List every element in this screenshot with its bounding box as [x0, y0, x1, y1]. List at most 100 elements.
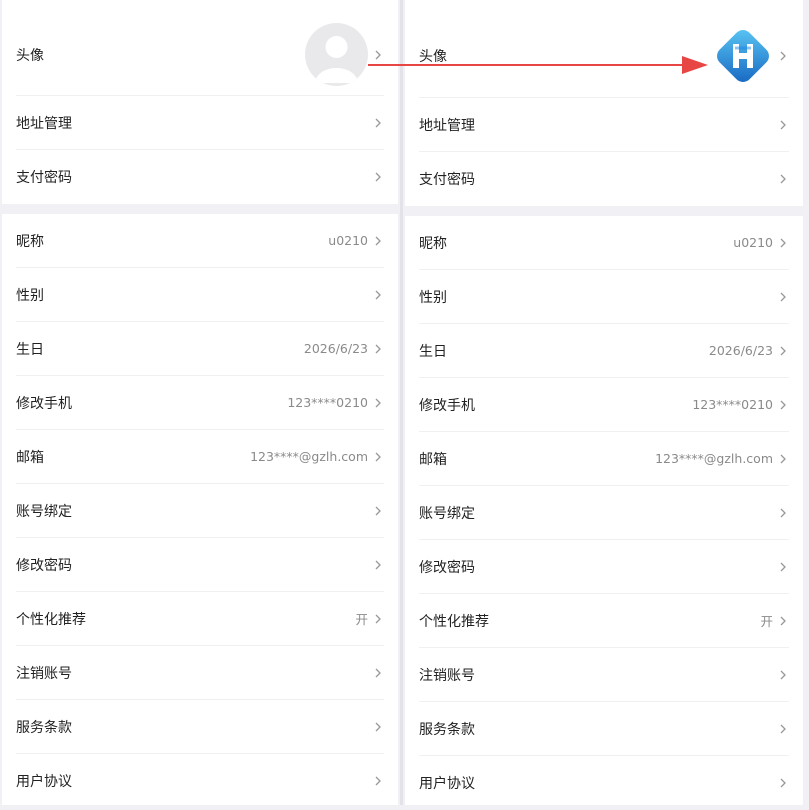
row-value: 123****@gzlh.com	[250, 449, 368, 464]
chevron-right-icon	[777, 291, 789, 303]
chevron-right-icon	[777, 119, 789, 131]
row-label: 服务条款	[419, 721, 475, 738]
row-label: 支付密码	[16, 170, 72, 186]
payment-password-row[interactable]: 支付密码	[16, 150, 384, 204]
row-value: 开	[355, 612, 368, 627]
gender-row[interactable]: 性别	[16, 268, 384, 322]
change-password-row[interactable]: 修改密码	[419, 540, 789, 594]
app-logo-icon[interactable]	[713, 26, 773, 86]
settings-panel-before: 头像 地址管理 支付密码 昵称 u0210 性别生日 2026/6/23 修改手机 123…	[0, 0, 400, 805]
row-label: 账号绑定	[16, 503, 72, 520]
row-label: 支付密码	[419, 172, 475, 188]
address-row[interactable]: 地址管理	[419, 98, 789, 152]
gender-row[interactable]: 性别	[419, 270, 789, 324]
row-value: 开	[760, 614, 773, 629]
personalized-recommendation-row[interactable]: 个性化推荐 开	[419, 594, 789, 648]
chevron-right-icon	[372, 721, 384, 733]
row-label: 修改密码	[419, 559, 475, 576]
chevron-right-icon	[777, 615, 789, 627]
chevron-right-icon	[372, 667, 384, 679]
change-phone-row[interactable]: 修改手机 123****0210	[16, 376, 384, 430]
chevron-right-icon	[372, 49, 384, 61]
row-label: 邮箱	[16, 449, 44, 466]
chevron-right-icon	[777, 173, 789, 185]
chevron-right-icon	[777, 777, 789, 789]
row-label: 修改手机	[419, 397, 475, 414]
user-agreement-row[interactable]: 用户协议	[419, 756, 789, 810]
chevron-right-icon	[372, 559, 384, 571]
row-label: 生日	[419, 343, 447, 360]
chevron-right-icon	[777, 453, 789, 465]
chevron-right-icon	[777, 345, 789, 357]
row-label: 注销账号	[16, 665, 72, 682]
account-card: 昵称 u0210 性别生日 2026/6/23 修改手机 123****0210 邮箱 123…	[2, 214, 398, 805]
row-label: 头像	[16, 47, 44, 64]
account-binding-row[interactable]: 账号绑定	[16, 484, 384, 538]
profile-card: 头像 地址管理 支付密码	[405, 0, 803, 206]
birthday-row[interactable]: 生日 2026/6/23	[419, 324, 789, 378]
payment-password-row[interactable]: 支付密码	[419, 152, 789, 206]
row-label: 用户协议	[16, 774, 72, 790]
row-label: 个性化推荐	[419, 613, 489, 630]
terms-of-service-row[interactable]: 服务条款	[419, 702, 789, 756]
row-value: 2026/6/23	[303, 341, 368, 356]
chevron-right-icon	[372, 505, 384, 517]
row-value: u0210	[328, 233, 368, 248]
row-label: 昵称	[419, 235, 447, 252]
row-label: 用户协议	[419, 776, 475, 792]
chevron-right-icon	[777, 50, 789, 62]
row-label: 账号绑定	[419, 505, 475, 522]
delete-account-row[interactable]: 注销账号	[16, 646, 384, 700]
user-agreement-row[interactable]: 用户协议	[16, 754, 384, 808]
change-phone-row[interactable]: 修改手机 123****0210	[419, 378, 789, 432]
row-label: 昵称	[16, 233, 44, 250]
row-value: 2026/6/23	[708, 343, 773, 358]
chevron-right-icon	[777, 507, 789, 519]
chevron-right-icon	[372, 343, 384, 355]
account-card: 昵称 u0210 性别生日 2026/6/23 修改手机 123****0210 邮箱 123…	[405, 216, 803, 805]
email-row[interactable]: 邮箱 123****@gzlh.com	[419, 432, 789, 486]
row-label: 修改手机	[16, 395, 72, 412]
chevron-right-icon	[372, 117, 384, 129]
chevron-right-icon	[372, 451, 384, 463]
settings-panel-after: 头像 地址管理 支付密码 昵称 u0210 性别 生日 2026/6/23 修改…	[403, 0, 809, 805]
chevron-right-icon	[372, 613, 384, 625]
row-value: 123****0210	[692, 397, 773, 412]
row-label: 头像	[419, 48, 447, 65]
chevron-right-icon	[777, 561, 789, 573]
address-row[interactable]: 地址管理	[16, 96, 384, 150]
chevron-right-icon	[777, 723, 789, 735]
chevron-right-icon	[777, 669, 789, 681]
personalized-recommendation-row[interactable]: 个性化推荐 开	[16, 592, 384, 646]
avatar-row[interactable]: 头像	[419, 14, 789, 98]
row-label: 邮箱	[419, 451, 447, 468]
delete-account-row[interactable]: 注销账号	[419, 648, 789, 702]
row-label: 服务条款	[16, 719, 72, 736]
profile-card: 头像 地址管理 支付密码	[2, 0, 398, 204]
chevron-right-icon	[777, 237, 789, 249]
chevron-right-icon	[777, 399, 789, 411]
email-row[interactable]: 邮箱 123****@gzlh.com	[16, 430, 384, 484]
row-label: 个性化推荐	[16, 611, 86, 628]
account-binding-row[interactable]: 账号绑定	[419, 486, 789, 540]
row-value: u0210	[733, 235, 773, 250]
row-label: 性别	[16, 287, 44, 304]
chevron-right-icon	[372, 171, 384, 183]
nickname-row[interactable]: 昵称 u0210	[419, 216, 789, 270]
birthday-row[interactable]: 生日 2026/6/23	[16, 322, 384, 376]
change-password-row[interactable]: 修改密码	[16, 538, 384, 592]
row-label: 注销账号	[419, 667, 475, 684]
chevron-right-icon	[372, 235, 384, 247]
row-label: 性别	[419, 289, 447, 306]
chevron-right-icon	[372, 397, 384, 409]
default-avatar-icon[interactable]	[305, 23, 368, 86]
row-value: 123****@gzlh.com	[655, 451, 773, 466]
row-label: 生日	[16, 341, 44, 358]
row-label: 地址管理	[419, 117, 475, 134]
nickname-row[interactable]: 昵称 u0210	[16, 214, 384, 268]
row-label: 地址管理	[16, 115, 72, 132]
avatar-row[interactable]: 头像	[16, 14, 384, 96]
terms-of-service-row[interactable]: 服务条款	[16, 700, 384, 754]
row-value: 123****0210	[287, 395, 368, 410]
chevron-right-icon	[372, 289, 384, 301]
